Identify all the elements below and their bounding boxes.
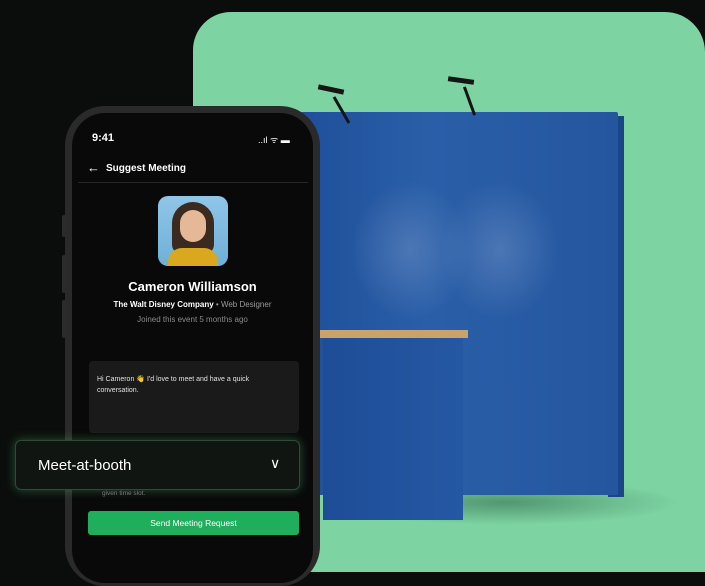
time-slot-hint: given time slot. [102,490,146,497]
meeting-type-value: Meet-at-booth [38,457,132,474]
phone-side-button [62,255,66,293]
back-arrow-icon[interactable]: ← [87,160,100,175]
status-time: 9:41 [92,132,115,144]
message-textarea[interactable] [89,361,299,433]
profile-company-line: The Walt Disney Company • Web Designer [72,300,313,309]
send-meeting-request-button[interactable]: Send Meeting Request [88,511,299,535]
booth-counter [323,338,463,520]
profile-name: Cameron Williamson [128,279,257,294]
status-icons: ..ıl ᯤ ▬ [258,135,290,145]
phone-side-button [62,300,66,338]
profile-joined: Joined this event 5 months ago [137,315,248,324]
page-title: Suggest Meeting [106,163,187,174]
booth-counter-top [320,330,468,338]
profile-role: Web Designer [220,300,272,309]
separator-dot: • [215,300,219,309]
chevron-down-icon[interactable]: ∨ [270,455,280,472]
avatar [158,196,228,266]
spotlight-glow [440,180,560,320]
profile-company: The Walt Disney Company [113,300,214,309]
phone-side-button [62,215,66,237]
message-text: Hi Cameron 👋 I'd love to meet and have a… [97,376,250,394]
header-divider [78,182,308,183]
